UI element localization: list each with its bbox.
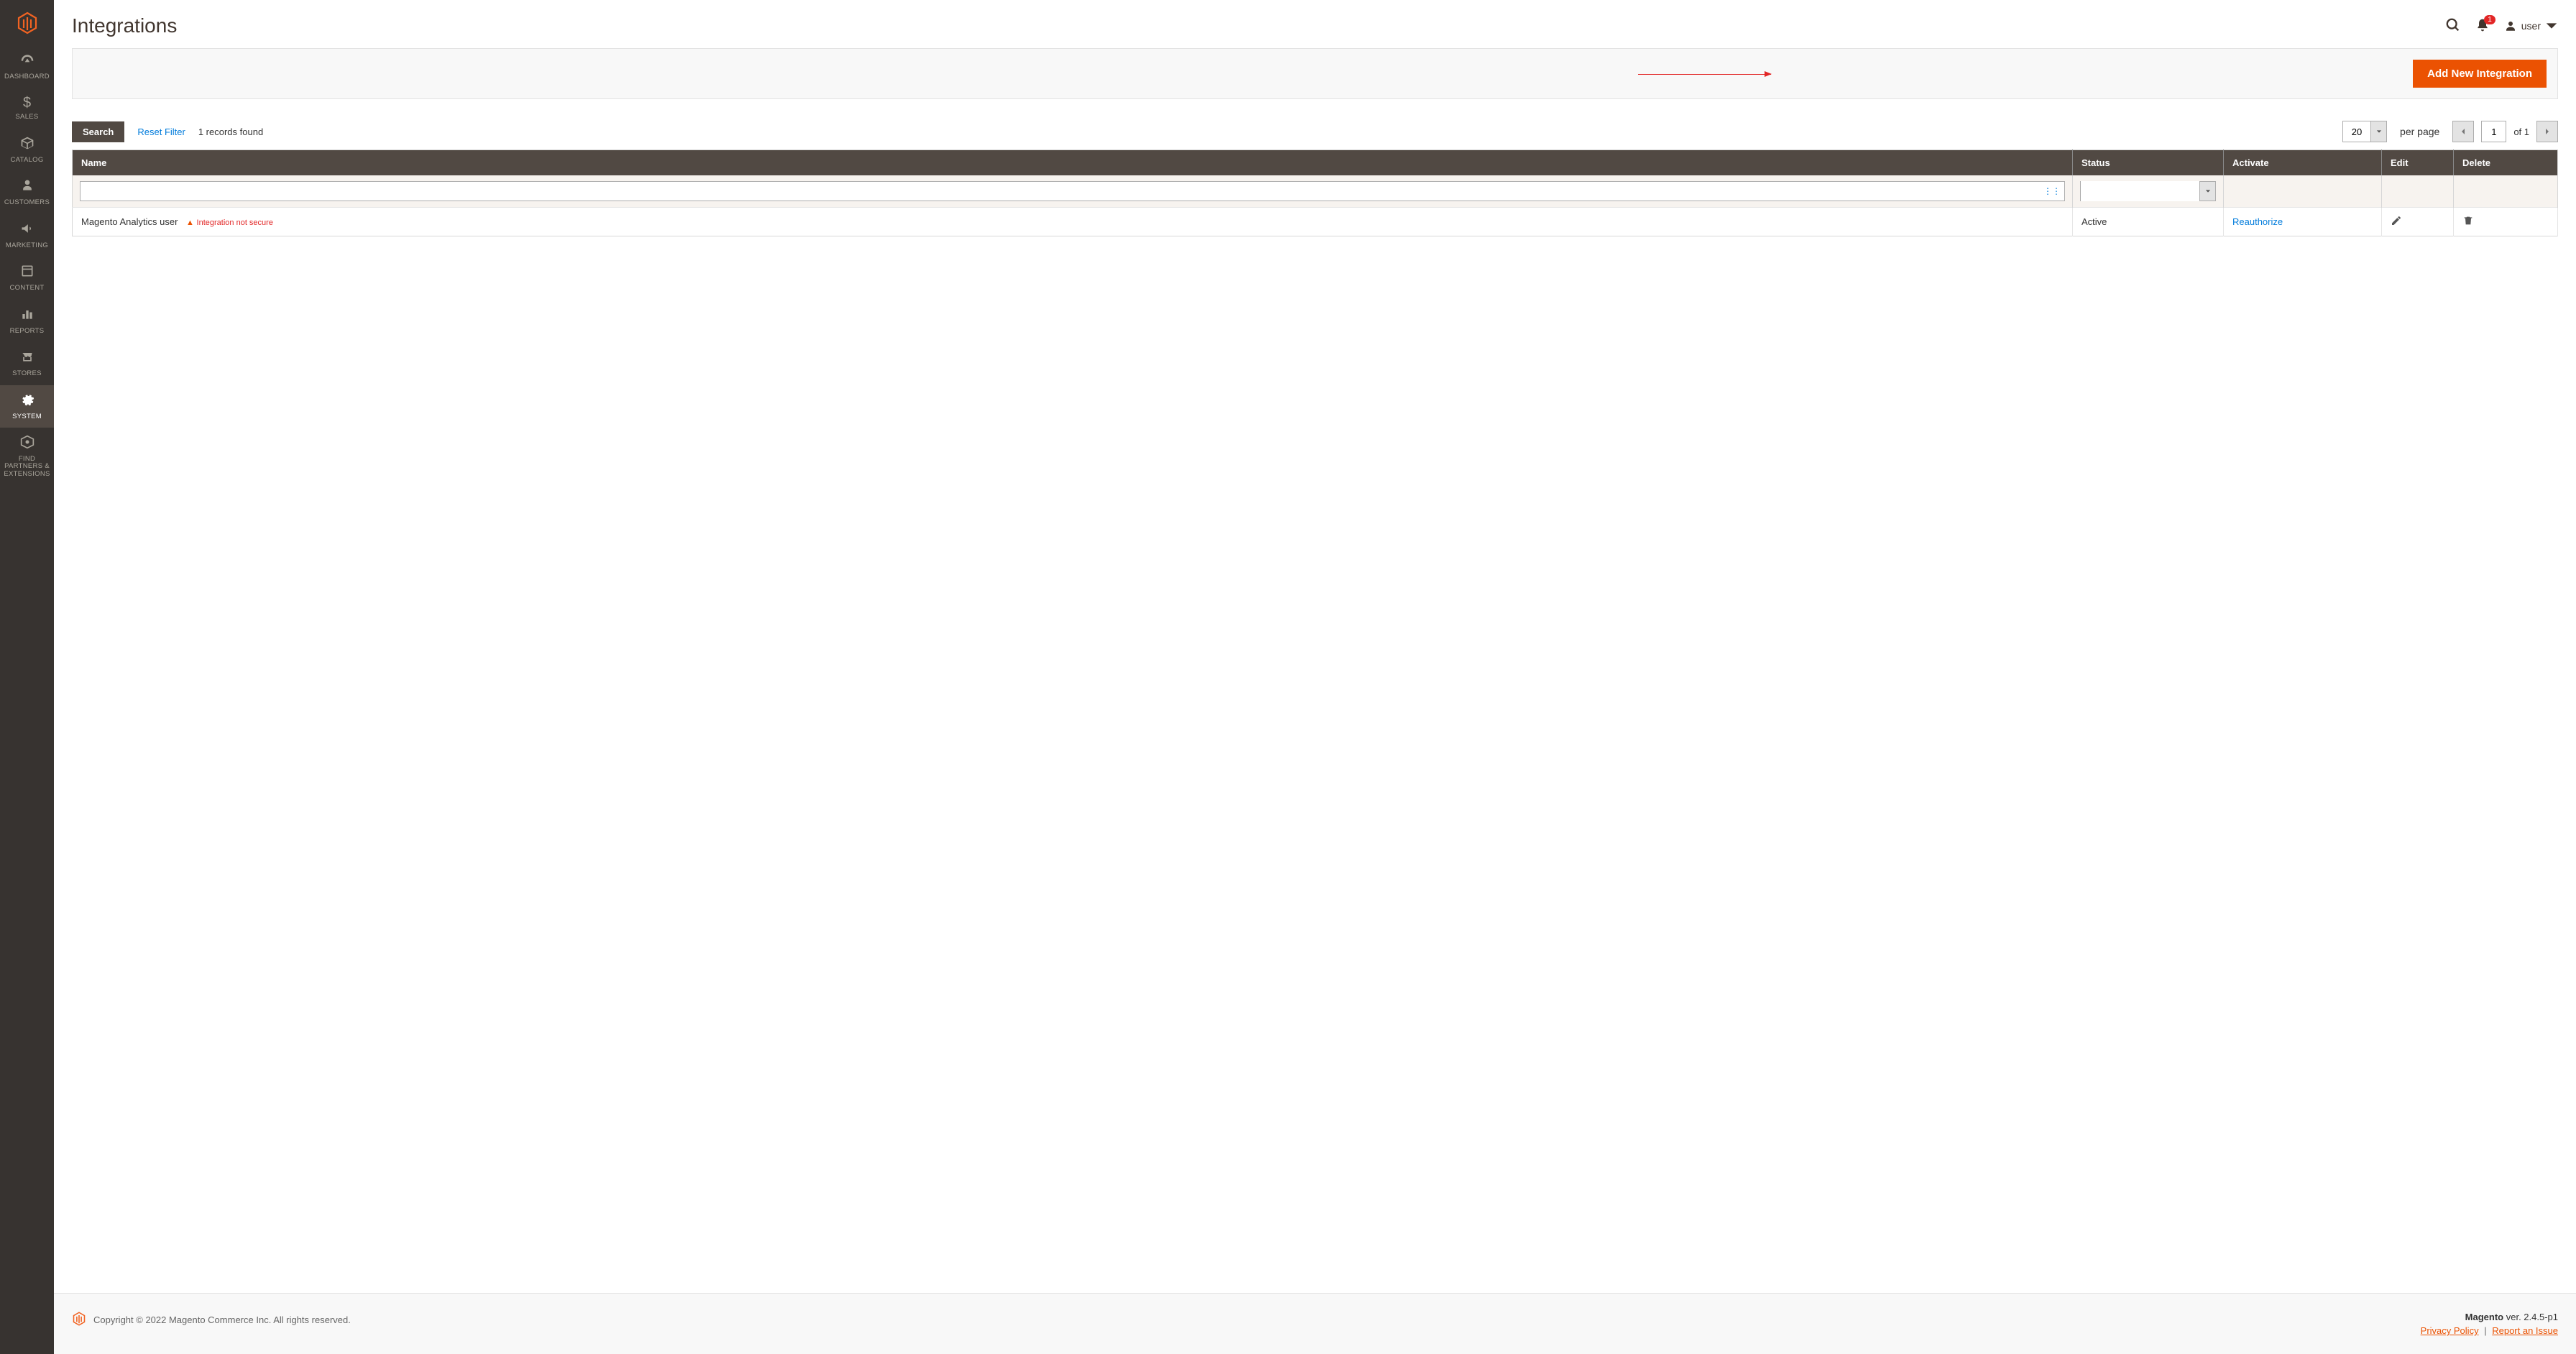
copyright-text: Copyright © 2022 Magento Commerce Inc. A… bbox=[93, 1314, 351, 1325]
warning-icon: ▲ bbox=[186, 218, 194, 227]
search-button[interactable]: Search bbox=[72, 121, 124, 142]
sidebar-item-partners[interactable]: FIND PARTNERS & EXTENSIONS bbox=[0, 428, 54, 485]
col-name-header[interactable]: Name bbox=[73, 150, 2073, 176]
cell-edit bbox=[2382, 208, 2454, 236]
separator: | bbox=[2484, 1325, 2486, 1336]
main: Integrations 1 user Add New Integration … bbox=[54, 0, 2576, 1354]
table-row: Magento Analytics user ▲ Integration not… bbox=[73, 208, 2558, 236]
cell-activate: Reauthorize bbox=[2224, 208, 2382, 236]
page-of-label: of 1 bbox=[2513, 126, 2529, 137]
sidebar-item-dashboard[interactable]: DASHBOARD bbox=[0, 45, 54, 88]
search-icon[interactable] bbox=[2445, 17, 2461, 35]
col-edit-header: Edit bbox=[2382, 150, 2454, 176]
action-bar: Add New Integration bbox=[72, 48, 2558, 99]
integration-name: Magento Analytics user bbox=[81, 216, 178, 227]
page-header: Integrations 1 user bbox=[54, 0, 2576, 48]
status-filter-select[interactable] bbox=[2080, 181, 2216, 201]
store-icon bbox=[20, 349, 34, 368]
magento-logo[interactable] bbox=[0, 0, 54, 45]
report-issue-link[interactable]: Report an Issue bbox=[2492, 1325, 2558, 1336]
version-text: ver. 2.4.5-p1 bbox=[2503, 1312, 2558, 1322]
page-input[interactable] bbox=[2481, 121, 2506, 142]
person-icon bbox=[20, 178, 34, 197]
cell-name: Magento Analytics user ▲ Integration not… bbox=[73, 208, 2073, 236]
partners-icon bbox=[20, 435, 34, 453]
product-name: Magento bbox=[2465, 1312, 2503, 1322]
box-icon bbox=[20, 136, 34, 155]
sidebar-item-system[interactable]: SYSTEM bbox=[0, 385, 54, 428]
megaphone-icon bbox=[20, 221, 34, 240]
sidebar-item-reports[interactable]: REPORTS bbox=[0, 300, 54, 342]
sidebar-item-label: CUSTOMERS bbox=[4, 199, 50, 206]
gear-icon bbox=[20, 392, 34, 411]
pager: of 1 bbox=[2452, 121, 2558, 142]
per-page-label: per page bbox=[2400, 126, 2439, 137]
per-page-dropdown-button[interactable] bbox=[2370, 121, 2386, 142]
filter-icon[interactable]: ⋮⋮ bbox=[2043, 186, 2061, 196]
add-new-integration-button[interactable]: Add New Integration bbox=[2413, 60, 2547, 88]
per-page-input[interactable] bbox=[2343, 121, 2370, 142]
sidebar-item-label: CATALOG bbox=[10, 157, 43, 164]
integrations-table: Name Status Activate Edit Delete ⋮⋮ bbox=[72, 149, 2558, 236]
trash-icon[interactable] bbox=[2462, 218, 2474, 229]
bar-chart-icon bbox=[20, 307, 34, 326]
sidebar-item-label: REPORTS bbox=[10, 328, 45, 335]
cell-delete bbox=[2454, 208, 2558, 236]
sidebar-item-label: STORES bbox=[12, 370, 42, 377]
user-icon bbox=[2504, 19, 2517, 32]
sidebar-item-catalog[interactable]: CATALOG bbox=[0, 129, 54, 171]
table-filter-row: ⋮⋮ bbox=[73, 175, 2558, 208]
annotation-arrow bbox=[1638, 74, 1771, 75]
table-header-row: Name Status Activate Edit Delete bbox=[73, 150, 2558, 176]
reset-filter-link[interactable]: Reset Filter bbox=[137, 126, 185, 137]
col-delete-header: Delete bbox=[2454, 150, 2558, 176]
privacy-policy-link[interactable]: Privacy Policy bbox=[2421, 1325, 2479, 1336]
footer-logo bbox=[72, 1312, 86, 1328]
username: user bbox=[2521, 20, 2541, 32]
dollar-icon: $ bbox=[23, 95, 31, 111]
status-dropdown-button[interactable] bbox=[2199, 182, 2215, 201]
sidebar: DASHBOARD $ SALES CATALOG CUSTOMERS MARK… bbox=[0, 0, 54, 1354]
sidebar-item-stores[interactable]: STORES bbox=[0, 342, 54, 384]
cell-status: Active bbox=[2073, 208, 2224, 236]
footer: Copyright © 2022 Magento Commerce Inc. A… bbox=[54, 1293, 2576, 1354]
sidebar-item-label: MARKETING bbox=[6, 242, 48, 249]
page-title: Integrations bbox=[72, 14, 177, 37]
col-status-header[interactable]: Status bbox=[2073, 150, 2224, 176]
warning-text: Integration not secure bbox=[197, 218, 273, 227]
header-actions: 1 user bbox=[2445, 17, 2558, 35]
sidebar-item-marketing[interactable]: MARKETING bbox=[0, 214, 54, 257]
notification-bell-icon[interactable]: 1 bbox=[2475, 18, 2490, 34]
per-page-select[interactable] bbox=[2342, 121, 2387, 142]
status-filter-input[interactable] bbox=[2081, 181, 2199, 201]
sidebar-item-sales[interactable]: $ SALES bbox=[0, 88, 54, 128]
name-filter-input[interactable] bbox=[80, 181, 2065, 201]
sidebar-item-label: SYSTEM bbox=[12, 413, 42, 420]
gauge-icon bbox=[20, 52, 34, 71]
sidebar-item-label: FIND PARTNERS & EXTENSIONS bbox=[2, 456, 52, 478]
sidebar-item-customers[interactable]: CUSTOMERS bbox=[0, 171, 54, 213]
sidebar-item-label: DASHBOARD bbox=[4, 73, 50, 80]
notification-badge: 1 bbox=[2484, 15, 2496, 24]
chevron-down-icon bbox=[2545, 19, 2558, 32]
reauthorize-link[interactable]: Reauthorize bbox=[2232, 216, 2283, 227]
next-page-button[interactable] bbox=[2536, 121, 2558, 142]
sidebar-item-label: SALES bbox=[15, 114, 38, 121]
page-icon bbox=[20, 264, 34, 282]
edit-icon[interactable] bbox=[2391, 218, 2402, 229]
user-menu[interactable]: user bbox=[2504, 19, 2558, 32]
grid-controls: Search Reset Filter 1 records found per … bbox=[72, 121, 2558, 142]
records-found: 1 records found bbox=[198, 126, 263, 137]
sidebar-item-content[interactable]: CONTENT bbox=[0, 257, 54, 299]
sidebar-item-label: CONTENT bbox=[9, 285, 44, 292]
prev-page-button[interactable] bbox=[2452, 121, 2474, 142]
col-activate-header: Activate bbox=[2224, 150, 2382, 176]
